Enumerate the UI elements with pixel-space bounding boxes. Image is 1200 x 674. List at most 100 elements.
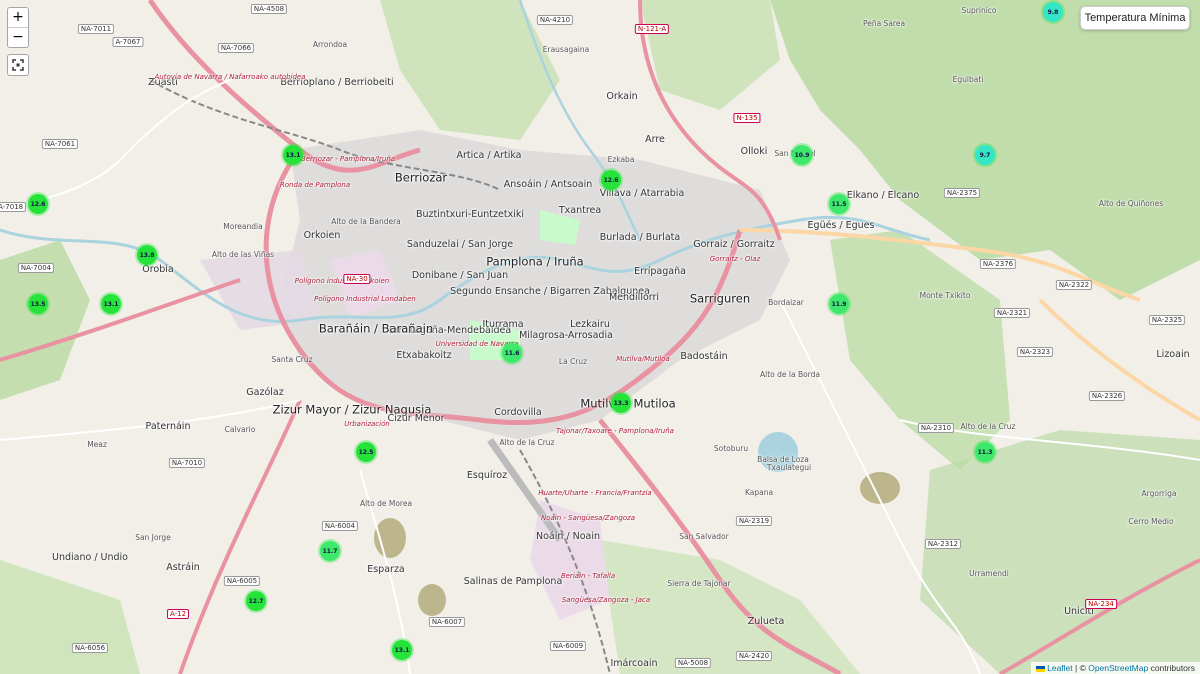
temperature-marker[interactable]: 9.7 [975,145,995,165]
road-name-label: Polígono industrial Orkoien [294,277,390,286]
temperature-marker[interactable]: 11.5 [829,194,849,214]
place-label: Orkain [606,90,638,102]
place-label: Ezkaba [607,154,635,164]
road-shield: NA-7011 [77,24,115,34]
place-label: Argorriga [1141,488,1177,498]
place-label: Meaz [87,439,107,449]
temperature-marker[interactable]: 10.9 [792,145,812,165]
road-shield: NA-7018 [0,202,27,212]
road-shield: NA-234 [1085,599,1117,609]
zoom-control: + − [7,7,29,48]
place-label: Berriozar [394,170,448,185]
place-label: Milagrosa-Arrosadia [519,329,613,341]
place-label: Alto de la Cruz [960,421,1016,431]
place-label: Egulbati [952,74,984,84]
road-name-label: Sangüesa/Zangoza - Jaca [561,596,651,605]
road-shield: NA-2319 [735,516,773,526]
place-label: Orkoien [303,229,341,241]
road-shield: NA-2312 [924,539,962,549]
place-label: Santa Cruz [271,354,313,364]
place-label: Bordaizar [768,297,804,307]
road-shield: NA-2376 [979,259,1017,269]
place-label: Cordovilla [494,406,542,418]
place-label: Burlada / Burlata [599,231,681,243]
attribution-suffix: contributors [1148,663,1195,673]
place-label: Sarriguren [689,291,751,306]
temperature-marker[interactable]: 13.1 [392,640,412,660]
place-label: Suprinico [961,5,997,15]
place-label: Iturrama [482,318,524,330]
place-label: Alto de las Viñas [211,249,275,259]
temperature-marker[interactable]: 11.3 [975,442,995,462]
road-shield: NA-6004 [321,521,359,531]
layer-select-button[interactable]: Temperatura Mínima [1080,6,1190,30]
place-label: Gazólaz [246,386,284,398]
place-label: Alto de Morea [359,498,413,508]
place-label: Moreandia [223,221,263,231]
road-shield: NA-2420 [735,651,773,661]
road-name-label: Urbanización [344,420,390,429]
road-shield: NA-2321 [993,308,1031,318]
place-label: San Jorge [135,532,171,542]
temperature-marker[interactable]: 9.8 [1043,2,1063,22]
temperature-marker[interactable]: 12.6 [601,170,621,190]
temperature-marker[interactable]: 13.1 [101,294,121,314]
place-label: Peña Sarea [862,18,906,28]
temperature-marker[interactable]: 11.6 [502,343,522,363]
temperature-marker[interactable]: 12.5 [356,442,376,462]
map-container[interactable]: Pamplona / Iruña Berriozar Ansoáin / Antso… [0,0,1200,674]
place-label: Monte Txikito [919,290,971,300]
temperature-marker[interactable]: 11.9 [829,294,849,314]
place-label: La Cruz [558,356,588,366]
road-shield: NA-4210 [536,15,574,25]
road-shield: A-7067 [112,37,144,47]
road-shield: NA-2325 [1148,315,1186,325]
road-shield: NA-6009 [549,641,587,651]
place-label: Olloki [740,145,768,157]
place-label: Alto de la Bandera [331,216,401,226]
temperature-marker[interactable]: 13.8 [137,245,157,265]
place-label: Ansoáin / Antsoain [503,178,593,190]
place-label: Errípagaña [634,265,686,277]
temperature-marker[interactable]: 11.7 [320,541,340,561]
place-label: Badostáin [680,350,728,362]
zoom-in-button[interactable]: + [8,8,28,27]
road-shield: NA-5008 [674,658,712,668]
temperature-marker[interactable]: 13.5 [28,294,48,314]
road-shield: NA-7010 [168,458,206,468]
road-shield: NA-6007 [428,617,466,627]
road-shield: NA-30 [343,274,371,284]
road-name-label: Berriozar - Pamplona/Iruña [300,155,396,164]
road-name-label: Autovía de Navarra / Nafarroako autobide… [154,73,306,82]
place-label: Gorraiz / Gorraitz [693,238,775,250]
fullscreen-button[interactable] [7,54,29,76]
temperature-marker[interactable]: 12.6 [28,194,48,214]
leaflet-flag-icon [1036,665,1046,672]
place-label: Zulueta [747,615,785,627]
place-label: Salinas de Pamplona [463,575,563,587]
road-shield: NA-7004 [17,263,55,273]
road-shield: NA-6056 [71,643,109,653]
place-label: Astráin [166,561,200,573]
osm-link[interactable]: OpenStreetMap [1088,663,1148,673]
temperature-marker[interactable]: 12.7 [246,591,266,611]
place-label: Cizur Menor [387,412,445,424]
place-label: Alto de la Cruz [499,437,555,447]
fullscreen-icon [12,59,24,71]
place-label: Calvario [224,424,256,434]
place-label: Egüés / Egues [807,219,875,231]
road-shield: NA-7061 [41,139,79,149]
temperature-marker[interactable]: 13.3 [611,393,631,413]
place-label: Erausagaina [542,44,590,54]
road-name-label: Polígono Industrial Londaben [314,295,416,304]
place-label: Cerro Medio [1128,516,1174,526]
leaflet-link[interactable]: Leaflet [1047,663,1073,673]
place-label: Alto de la Borda [760,369,820,379]
road-shield: NA-2375 [943,188,981,198]
place-label: Arre [645,133,665,145]
place-label: Txantrea [558,204,602,216]
zoom-out-button[interactable]: − [8,27,28,47]
place-label: Undiano / Undio [52,551,128,563]
temperature-marker[interactable]: 13.1 [283,145,303,165]
attribution: Leaflet | © OpenStreetMap contributors [1031,662,1200,674]
